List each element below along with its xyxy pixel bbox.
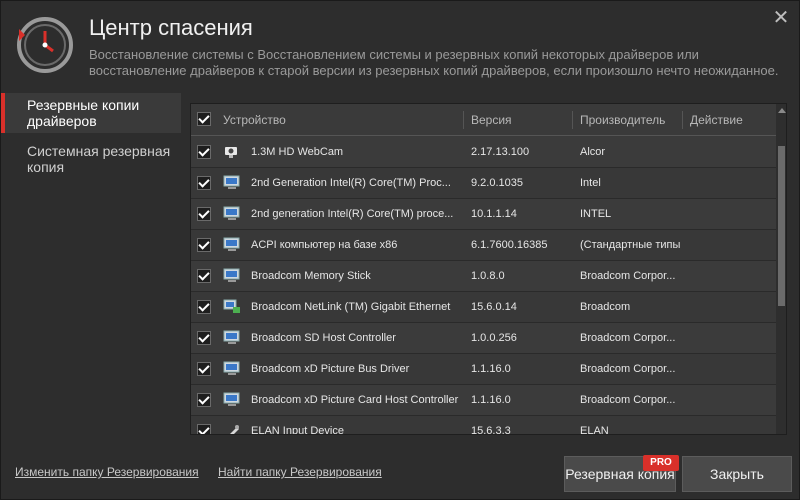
device-vendor: Broadcom Corpor... — [580, 363, 676, 375]
row-checkbox[interactable] — [197, 269, 211, 283]
monitor-icon — [223, 361, 240, 375]
device-name: Broadcom Memory Stick — [251, 270, 371, 282]
row-checkbox[interactable] — [197, 424, 211, 434]
table-row[interactable]: 2nd Generation Intel(R) Core(TM) Proc...… — [191, 168, 776, 199]
device-vendor: Broadcom — [580, 301, 631, 313]
device-name: 2nd Generation Intel(R) Core(TM) Proc... — [251, 177, 451, 189]
device-name: ACPI компьютер на базе x86 — [251, 239, 398, 251]
mouse-icon — [230, 425, 239, 434]
monitor-icon — [223, 237, 240, 251]
device-name: Broadcom SD Host Controller — [251, 332, 396, 344]
column-header-version[interactable]: Версия — [471, 113, 512, 127]
device-vendor: INTEL — [580, 208, 612, 220]
column-separator — [463, 111, 464, 129]
table-row[interactable]: 2nd generation Intel(R) Core(TM) proce..… — [191, 199, 776, 230]
rescue-clock-icon — [17, 17, 73, 73]
sidebar: Резервные копии драйверов Системная резе… — [1, 93, 181, 443]
row-checkbox[interactable] — [197, 238, 211, 252]
device-version: 10.1.1.14 — [471, 208, 517, 220]
header: Центр спасения Восстановление системы с … — [1, 1, 800, 91]
device-version: 15.6.0.14 — [471, 301, 517, 313]
device-version: 1.0.8.0 — [471, 270, 505, 282]
monitor-icon — [223, 268, 240, 282]
device-name: ELAN Input Device — [251, 425, 344, 435]
page-title: Центр спасения — [89, 15, 253, 40]
scroll-up-arrow-icon[interactable] — [778, 108, 786, 113]
table-body: 1.3M HD WebCam 2.17.13.100 Alcor 2nd Gen… — [191, 137, 776, 435]
monitor-icon — [223, 175, 240, 189]
page-subtitle: Восстановление системы с Восстановлением… — [89, 47, 779, 78]
device-vendor: Broadcom Corpor... — [580, 394, 676, 406]
device-name: Broadcom xD Picture Bus Driver — [251, 363, 410, 375]
sidebar-item-driver-backups[interactable]: Резервные копии драйверов — [1, 93, 181, 133]
device-vendor: (Стандартные типы к... — [580, 239, 680, 251]
find-backup-folder-link[interactable]: Найти папку Резервирования — [218, 465, 382, 479]
close-button[interactable]: Закрыть — [682, 456, 792, 492]
sidebar-item-label: Системная резервная копия — [27, 143, 171, 175]
device-version: 1.1.16.0 — [471, 363, 511, 375]
table-row[interactable]: ELAN Input Device 15.6.3.3 ELAN — [191, 416, 776, 435]
column-header-device[interactable]: Устройство — [223, 113, 286, 127]
monitor-icon — [223, 392, 240, 406]
row-checkbox[interactable] — [197, 300, 211, 314]
device-version: 6.1.7600.16385 — [471, 239, 548, 251]
rescue-center-window: Центр спасения Восстановление системы с … — [0, 0, 800, 500]
device-version: 2.17.13.100 — [471, 146, 530, 158]
pro-badge: PRO — [643, 455, 679, 471]
device-version: 15.6.3.3 — [471, 425, 511, 435]
scroll-thumb[interactable] — [778, 146, 785, 306]
table-row[interactable]: ACPI компьютер на базе x86 6.1.7600.1638… — [191, 230, 776, 261]
device-vendor: ELAN — [580, 425, 609, 435]
device-vendor: Intel — [580, 177, 601, 189]
sidebar-item-label: Резервные копии драйверов — [27, 97, 140, 129]
row-checkbox[interactable] — [197, 176, 211, 190]
row-checkbox[interactable] — [197, 145, 211, 159]
device-name: Broadcom xD Picture Card Host Controller — [251, 394, 459, 406]
close-icon[interactable]: ✕ — [771, 7, 791, 27]
sidebar-item-system-backup[interactable]: Системная резервная копия — [1, 139, 181, 179]
column-separator — [682, 111, 683, 129]
device-version: 1.1.16.0 — [471, 394, 511, 406]
device-vendor: Broadcom Corpor... — [580, 332, 676, 344]
table-row[interactable]: Broadcom xD Picture Bus Driver 1.1.16.0 … — [191, 354, 776, 385]
row-checkbox[interactable] — [197, 331, 211, 345]
device-name: Broadcom NetLink (TM) Gigabit Ethernet — [251, 301, 451, 313]
network-icon — [223, 299, 240, 313]
table-row[interactable]: 1.3M HD WebCam 2.17.13.100 Alcor — [191, 137, 776, 168]
row-checkbox[interactable] — [197, 207, 211, 221]
table-scrollbar[interactable] — [776, 104, 786, 434]
table-row[interactable]: Broadcom Memory Stick 1.0.8.0 Broadcom C… — [191, 261, 776, 292]
webcam-icon — [225, 147, 237, 158]
row-checkbox[interactable] — [197, 362, 211, 376]
column-header-action[interactable]: Действие — [690, 113, 743, 127]
device-version: 1.0.0.256 — [471, 332, 517, 344]
row-checkbox[interactable] — [197, 393, 211, 407]
device-name: 2nd generation Intel(R) Core(TM) proce..… — [251, 208, 454, 220]
device-vendor: Alcor — [580, 146, 606, 158]
table-row[interactable]: Broadcom SD Host Controller 1.0.0.256 Br… — [191, 323, 776, 354]
monitor-icon — [223, 330, 240, 344]
monitor-icon — [223, 206, 240, 220]
column-separator — [572, 111, 573, 129]
change-backup-folder-link[interactable]: Изменить папку Резервирования — [15, 465, 199, 479]
table-row[interactable]: Broadcom xD Picture Card Host Controller… — [191, 385, 776, 416]
device-version: 9.2.0.1035 — [471, 177, 523, 189]
drivers-table: Устройство Версия Производитель Действие… — [190, 103, 787, 435]
column-header-vendor[interactable]: Производитель — [580, 113, 665, 127]
select-all-checkbox[interactable] — [197, 112, 211, 126]
device-name: 1.3M HD WebCam — [251, 146, 344, 158]
table-row[interactable]: Broadcom NetLink (TM) Gigabit Ethernet 1… — [191, 292, 776, 323]
table-header: Устройство Версия Производитель Действие — [191, 104, 776, 136]
device-vendor: Broadcom Corpor... — [580, 270, 676, 282]
